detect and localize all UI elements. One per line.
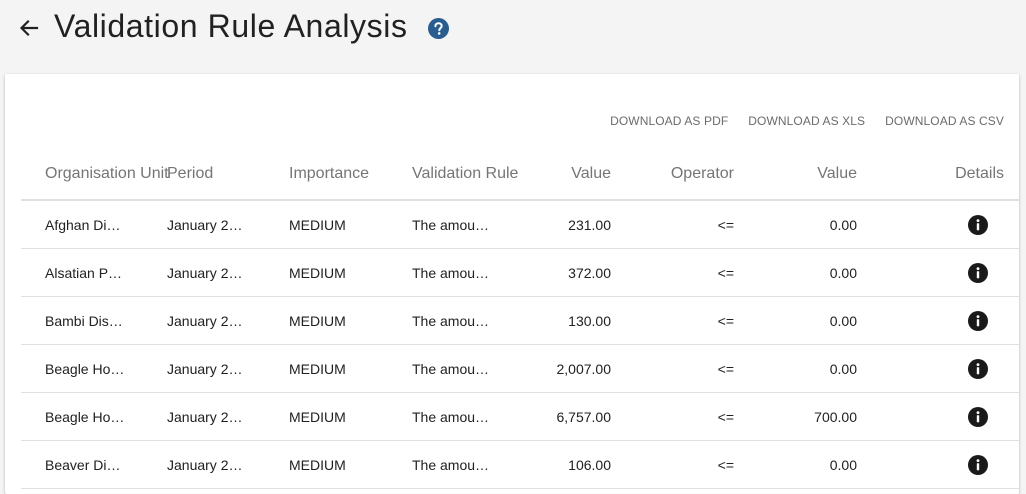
cell-validation-rule: The amou… [412, 200, 525, 249]
cell-importance: MEDIUM [289, 296, 412, 345]
cell-operator: <= [611, 200, 734, 249]
info-icon[interactable] [968, 358, 988, 379]
cell-validation-rule: The amou… [412, 296, 525, 345]
column-header-details: Details [857, 148, 1019, 201]
cell-right-value: 700.00 [734, 392, 857, 441]
back-arrow-icon[interactable] [17, 14, 41, 42]
cell-importance: MEDIUM [289, 248, 412, 297]
cell-period: January 2… [167, 440, 289, 489]
cell-importance: MEDIUM [289, 440, 412, 489]
cell-period: January 2… [167, 296, 289, 345]
table-header-row: Organisation Unit Period Importance Vali… [21, 148, 1019, 201]
validation-results-table: Organisation Unit Period Importance Vali… [21, 148, 1019, 489]
info-icon[interactable] [968, 310, 988, 331]
table-row[interactable]: Beaver Di… January 2… MEDIUM The amou… 1… [21, 440, 1019, 489]
column-header-right-value: Value [734, 148, 857, 201]
cell-details [857, 440, 1019, 489]
cell-operator: <= [611, 392, 734, 441]
cell-details [857, 248, 1019, 297]
cell-right-value: 0.00 [734, 440, 857, 489]
download-csv-button[interactable]: DOWNLOAD AS CSV [885, 112, 1004, 130]
table-row[interactable]: Beagle Ho… January 2… MEDIUM The amou… 2… [21, 344, 1019, 393]
cell-org-unit: Beagle Ho… [21, 392, 167, 441]
page-title: Validation Rule Analysis [54, 8, 408, 44]
cell-period: January 2… [167, 200, 289, 249]
cell-operator: <= [611, 248, 734, 297]
cell-period: January 2… [167, 392, 289, 441]
table-row[interactable]: Bambi Dis… January 2… MEDIUM The amou… 1… [21, 296, 1019, 345]
cell-validation-rule: The amou… [412, 440, 525, 489]
table-row[interactable]: Alsatian P… January 2… MEDIUM The amou… … [21, 248, 1019, 297]
cell-org-unit: Beaver Di… [21, 440, 167, 489]
cell-org-unit: Bambi Dis… [21, 296, 167, 345]
cell-details [857, 344, 1019, 393]
info-icon[interactable] [968, 262, 988, 283]
table-row[interactable]: Afghan Di… January 2… MEDIUM The amou… 2… [21, 200, 1019, 249]
download-toolbar: DOWNLOAD AS PDF DOWNLOAD AS XLS DOWNLOAD… [590, 112, 1004, 130]
cell-period: January 2… [167, 344, 289, 393]
cell-left-value: 2,007.00 [525, 344, 611, 393]
cell-org-unit: Beagle Ho… [21, 344, 167, 393]
column-header-validation-rule: Validation Rule [412, 148, 525, 201]
cell-importance: MEDIUM [289, 200, 412, 249]
cell-validation-rule: The amou… [412, 344, 525, 393]
help-icon[interactable] [428, 18, 449, 39]
download-xls-button[interactable]: DOWNLOAD AS XLS [748, 112, 865, 130]
cell-details [857, 296, 1019, 345]
info-icon[interactable] [968, 454, 988, 475]
cell-left-value: 372.00 [525, 248, 611, 297]
results-card: DOWNLOAD AS PDF DOWNLOAD AS XLS DOWNLOAD… [5, 74, 1019, 494]
cell-right-value: 0.00 [734, 200, 857, 249]
download-pdf-button[interactable]: DOWNLOAD AS PDF [610, 112, 728, 130]
cell-left-value: 231.00 [525, 200, 611, 249]
cell-right-value: 0.00 [734, 344, 857, 393]
cell-operator: <= [611, 440, 734, 489]
cell-details [857, 392, 1019, 441]
column-header-importance: Importance [289, 148, 412, 201]
cell-org-unit: Alsatian P… [21, 248, 167, 297]
cell-org-unit: Afghan Di… [21, 200, 167, 249]
column-header-left-value: Value [525, 148, 611, 201]
info-icon[interactable] [968, 214, 988, 235]
cell-left-value: 130.00 [525, 296, 611, 345]
cell-details [857, 200, 1019, 249]
cell-left-value: 6,757.00 [525, 392, 611, 441]
page-header: Validation Rule Analysis [0, 0, 1026, 60]
cell-validation-rule: The amou… [412, 248, 525, 297]
cell-left-value: 106.00 [525, 440, 611, 489]
table-row[interactable]: Beagle Ho… January 2… MEDIUM The amou… 6… [21, 392, 1019, 441]
cell-importance: MEDIUM [289, 392, 412, 441]
info-icon[interactable] [968, 406, 988, 427]
cell-right-value: 0.00 [734, 296, 857, 345]
cell-operator: <= [611, 344, 734, 393]
cell-right-value: 0.00 [734, 248, 857, 297]
column-header-org-unit: Organisation Unit [21, 148, 169, 201]
cell-operator: <= [611, 296, 734, 345]
column-header-operator: Operator [611, 148, 734, 201]
cell-importance: MEDIUM [289, 344, 412, 393]
column-header-period: Period [167, 148, 289, 201]
cell-validation-rule: The amou… [412, 392, 525, 441]
cell-period: January 2… [167, 248, 289, 297]
